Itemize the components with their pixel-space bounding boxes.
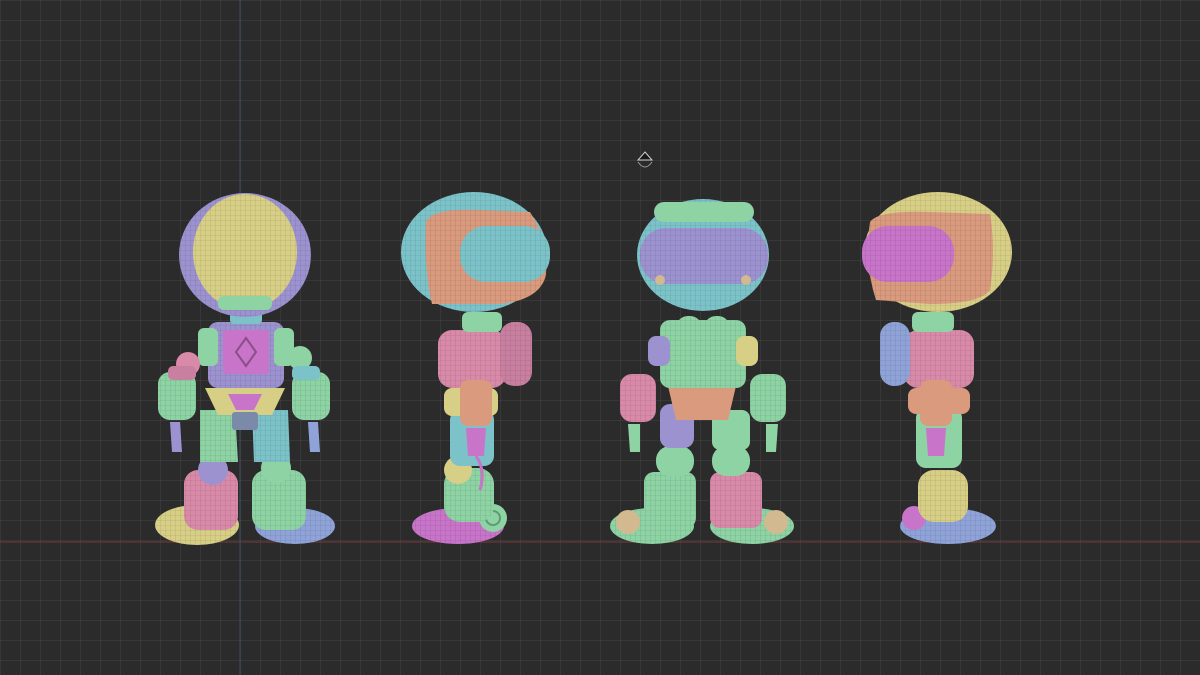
- robot-front-view[interactable]: [155, 193, 335, 545]
- robot-side-right-view[interactable]: [862, 192, 1012, 544]
- view-cube-icon[interactable]: [634, 150, 656, 172]
- robot-side-left-view[interactable]: [401, 192, 550, 544]
- scene-canvas[interactable]: [0, 0, 1200, 675]
- 3d-viewport[interactable]: [0, 0, 1200, 675]
- robot-back-view[interactable]: [610, 199, 794, 544]
